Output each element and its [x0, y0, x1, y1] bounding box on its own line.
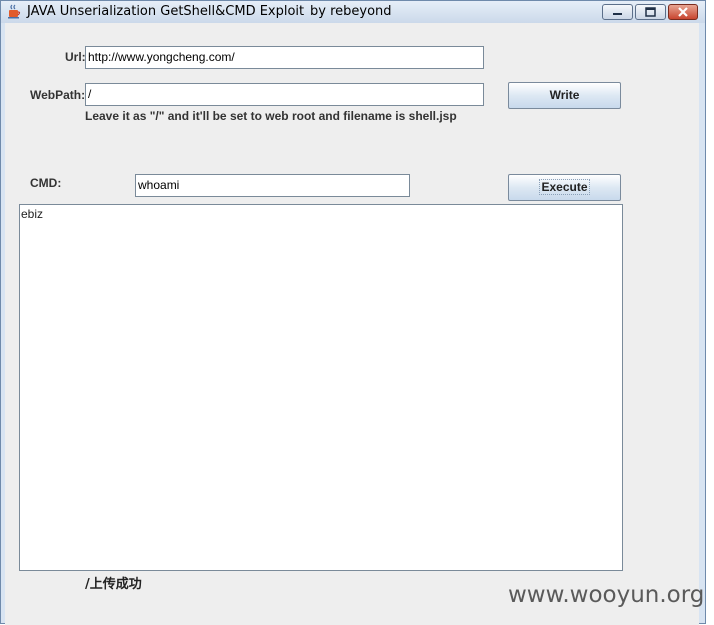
app-window: JAVA Unserialization GetShell&CMD Exploi… — [0, 0, 706, 625]
url-label: Url: — [65, 50, 86, 64]
java-cup-icon — [8, 4, 21, 19]
execute-button-label: Execute — [539, 179, 590, 195]
maximize-button[interactable] — [635, 4, 666, 20]
window-author: by rebeyond — [310, 4, 392, 19]
minimize-button[interactable] — [602, 4, 633, 20]
maximize-icon — [645, 7, 656, 17]
close-button[interactable] — [668, 4, 698, 20]
write-button[interactable]: Write — [508, 82, 621, 109]
watermark: www.wooyun.org — [508, 582, 705, 608]
webpath-label: WebPath: — [30, 88, 86, 102]
cmd-label: CMD: — [30, 176, 62, 190]
close-icon — [678, 7, 688, 17]
url-input[interactable]: http://www.yongcheng.com/ — [85, 46, 484, 69]
content-panel: Url: http://www.yongcheng.com/ WebPath: … — [5, 23, 699, 625]
execute-button[interactable]: Execute — [508, 174, 621, 201]
cmd-input[interactable]: whoami — [135, 174, 410, 197]
webpath-hint: Leave it as "/" and it'll be set to web … — [85, 109, 457, 123]
title-bar[interactable]: JAVA Unserialization GetShell&CMD Exploi… — [1, 1, 705, 23]
output-textarea[interactable]: ebiz — [19, 204, 623, 571]
minimize-icon — [613, 13, 622, 15]
webpath-input[interactable]: / — [85, 83, 484, 106]
status-text: /上传成功 — [85, 577, 142, 592]
window-title: JAVA Unserialization GetShell&CMD Exploi… — [27, 4, 305, 19]
